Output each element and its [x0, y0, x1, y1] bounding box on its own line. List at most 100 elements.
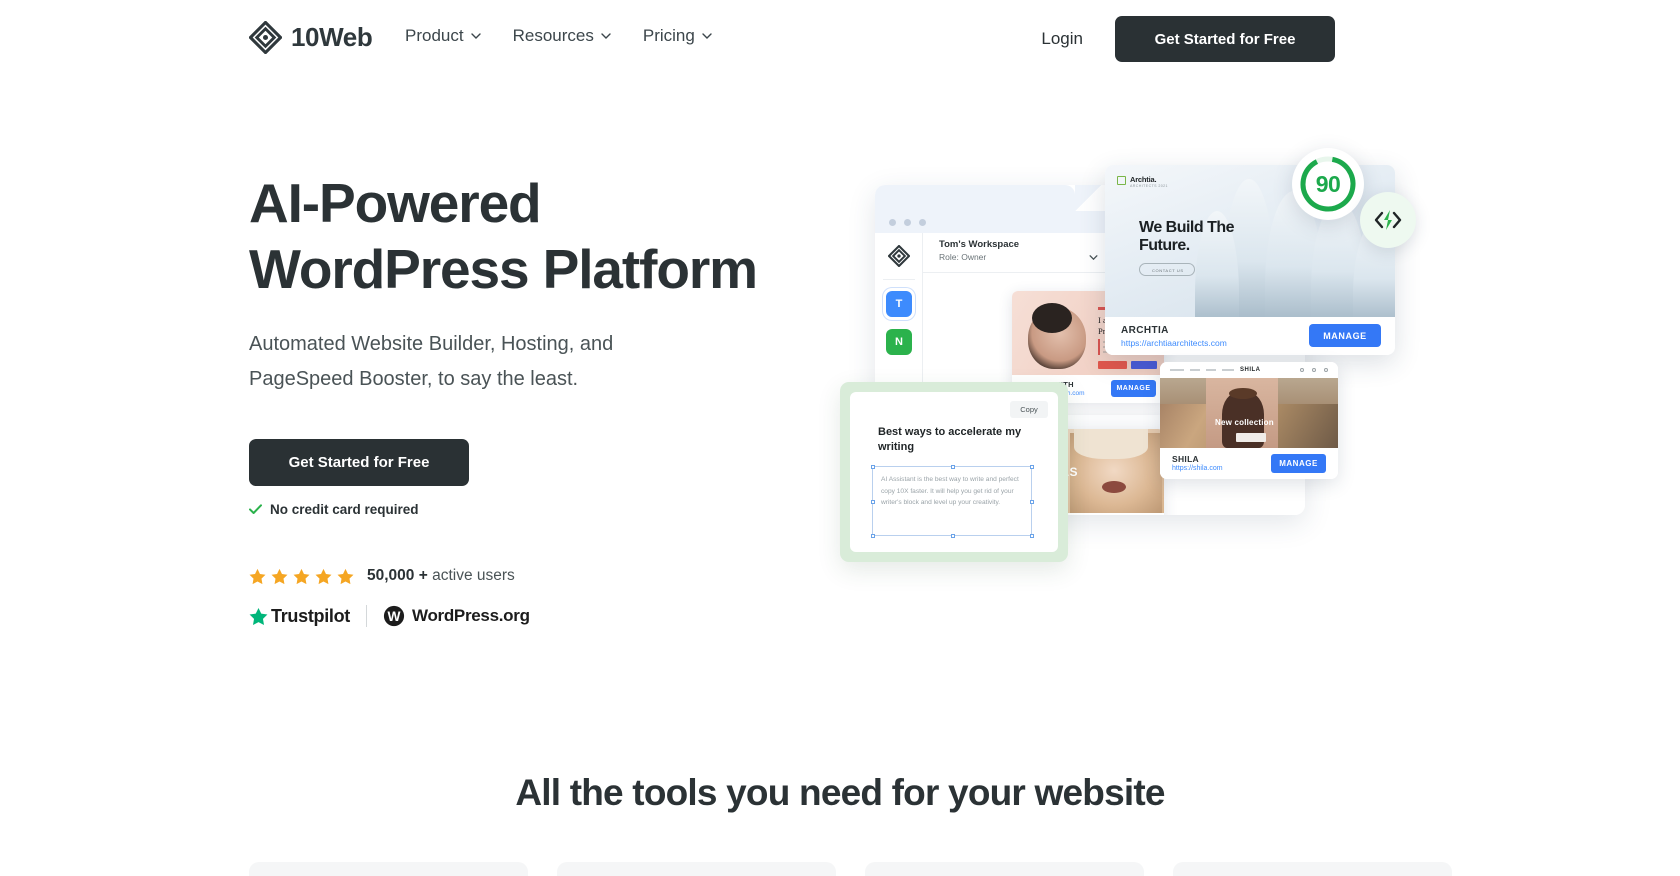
- shila-hat: [1229, 388, 1257, 399]
- trust-badges: Trustpilot W WordPress.org: [249, 605, 809, 627]
- green-check-icon: [249, 504, 262, 515]
- window-dot: [919, 219, 926, 226]
- trustpilot-star-icon: [249, 607, 268, 626]
- window-dot: [889, 219, 896, 226]
- shila-navbar: SHILA: [1160, 362, 1338, 378]
- brand-name: 10Web: [291, 22, 373, 52]
- brand-logo[interactable]: 10Web: [249, 21, 373, 54]
- pagespeed-score-value: 90: [1315, 170, 1341, 197]
- resize-handle[interactable]: [1029, 464, 1034, 469]
- badge-divider: [366, 605, 367, 627]
- shila-explore-button: [1236, 433, 1266, 442]
- shila-preview: New collection: [1160, 378, 1338, 448]
- manage-button[interactable]: MANAGE: [1111, 380, 1156, 397]
- search-icon: [1300, 368, 1304, 372]
- ideas-mouth: [1102, 481, 1126, 493]
- robin-hair: [1032, 303, 1072, 333]
- svg-text:W: W: [388, 609, 401, 624]
- tool-card[interactable]: [865, 862, 1144, 876]
- hero-content: AI-Powered WordPress Platform Automated …: [249, 170, 809, 627]
- archtia-headline: We Build The Future.: [1139, 219, 1235, 255]
- resize-handle[interactable]: [1029, 533, 1034, 538]
- sidebar-divider: [883, 279, 915, 280]
- hero-illustration: T N Tom's Workspace Role: Owner I MANAGE…: [820, 130, 1500, 620]
- trustpilot-label: Trustpilot: [271, 605, 350, 626]
- tool-card[interactable]: [557, 862, 836, 876]
- manage-button[interactable]: MANAGE: [1271, 454, 1326, 473]
- archtia-logo-sub: ARCHITECTS 2021: [1130, 184, 1168, 188]
- robin-primary-button: [1098, 361, 1127, 369]
- ai-heading-line1: Best ways to accelerate: [878, 426, 1003, 438]
- wordpress-badge[interactable]: W WordPress.org: [383, 605, 530, 627]
- diamond-logo-icon: [887, 244, 911, 268]
- robin-quote-bar: [1098, 339, 1100, 355]
- nav-label-product: Product: [405, 26, 464, 45]
- card-footer: SHILA https://shila.com MANAGE: [1160, 448, 1338, 479]
- header-get-started-button[interactable]: Get Started for Free: [1115, 16, 1335, 62]
- archtia-headline-1: We Build The: [1139, 219, 1235, 236]
- archtia-logo-icon: [1117, 176, 1126, 185]
- chevron-down-icon: [702, 33, 712, 39]
- nav-item-resources[interactable]: Resources: [513, 26, 611, 46]
- active-users-label: 50,000 + active users: [367, 567, 515, 585]
- site-card-shila[interactable]: SHILA New collection SHILA https://shila…: [1160, 362, 1338, 479]
- hero-title-line2: WordPress Platform: [249, 238, 758, 300]
- star-icon: [271, 568, 288, 585]
- window-dot: [904, 219, 911, 226]
- copy-button[interactable]: Copy: [1010, 401, 1048, 418]
- shila-headline: New collection: [1215, 418, 1274, 427]
- nav-item-pricing[interactable]: Pricing: [643, 26, 712, 46]
- resize-handle[interactable]: [951, 464, 955, 469]
- page-title: AI-Powered WordPress Platform: [249, 170, 809, 302]
- no-credit-card-note: No credit card required: [249, 502, 809, 517]
- resize-handle[interactable]: [1029, 500, 1034, 504]
- nav-label-pricing: Pricing: [642, 26, 695, 45]
- ai-text-block[interactable]: AI Assistant is the best way to write an…: [870, 464, 1034, 538]
- manage-button[interactable]: MANAGE: [1309, 324, 1381, 347]
- shila-menu-line: [1170, 369, 1184, 371]
- robin-secondary-button: [1131, 361, 1157, 369]
- resize-handle[interactable]: [951, 533, 955, 538]
- star-icon: [337, 568, 354, 585]
- avatar-t[interactable]: T: [886, 291, 912, 317]
- ai-assistant-card: Copy Best ways to accelerate my writing …: [840, 382, 1068, 562]
- diamond-logo-icon: [249, 21, 282, 54]
- chevron-down-icon: [601, 33, 611, 39]
- nav-item-product[interactable]: Product: [405, 26, 481, 46]
- tool-card[interactable]: [249, 862, 528, 876]
- window-dots: [889, 219, 926, 226]
- workspace-name: Tom's Workspace: [939, 239, 1020, 250]
- archtia-headline-2: Future.: [1139, 237, 1190, 254]
- hero-get-started-button[interactable]: Get Started for Free: [249, 439, 469, 486]
- hero-subtitle-line2: PageSpeed Booster, to say the least.: [249, 368, 579, 390]
- resize-handle[interactable]: [870, 464, 875, 469]
- resize-handle[interactable]: [870, 500, 875, 504]
- main-nav: Product Resources Pricing: [405, 26, 712, 46]
- chevron-down-icon: [470, 33, 481, 39]
- archtia-logo-label: Archtia.: [1130, 175, 1157, 184]
- site-url: https://shila.com: [1172, 465, 1223, 472]
- card-footer: ARCHTIA https://archtiaarchitects.com MA…: [1105, 317, 1395, 355]
- resize-handle[interactable]: [870, 533, 875, 538]
- tools-card-row: [249, 862, 1452, 876]
- star-icon: [315, 568, 332, 585]
- landing-page: 10Web Product Resources Pricing Login Ge…: [0, 0, 1680, 876]
- browser-tab: [875, 185, 1101, 211]
- hero-subtitle-line1: Automated Website Builder, Hosting, and: [249, 333, 614, 355]
- tools-section-title: All the tools you need for your website: [515, 772, 1165, 813]
- wordpress-label: WordPress.org: [412, 606, 530, 625]
- chevron-down-icon[interactable]: [1089, 247, 1098, 261]
- hero-title-line1: AI-Powered: [249, 172, 542, 234]
- avatar-n[interactable]: N: [886, 329, 912, 355]
- pagespeed-score-badge: 90: [1292, 148, 1364, 220]
- code-lightning-icon: [1373, 209, 1403, 231]
- ai-assistant-body: AI Assistant is the best way to write an…: [881, 476, 1019, 506]
- site-header: 10Web Product Resources Pricing Login Ge…: [0, 0, 1680, 78]
- login-link[interactable]: Login: [1031, 21, 1093, 57]
- trustpilot-badge[interactable]: Trustpilot: [249, 606, 350, 627]
- archtia-contact-label: CONTACT US: [1152, 268, 1184, 273]
- site-name: ARCHTIA: [1121, 325, 1169, 336]
- header-actions: Login Get Started for Free: [1031, 16, 1335, 62]
- tool-card[interactable]: [1173, 862, 1452, 876]
- star-icon: [249, 568, 266, 585]
